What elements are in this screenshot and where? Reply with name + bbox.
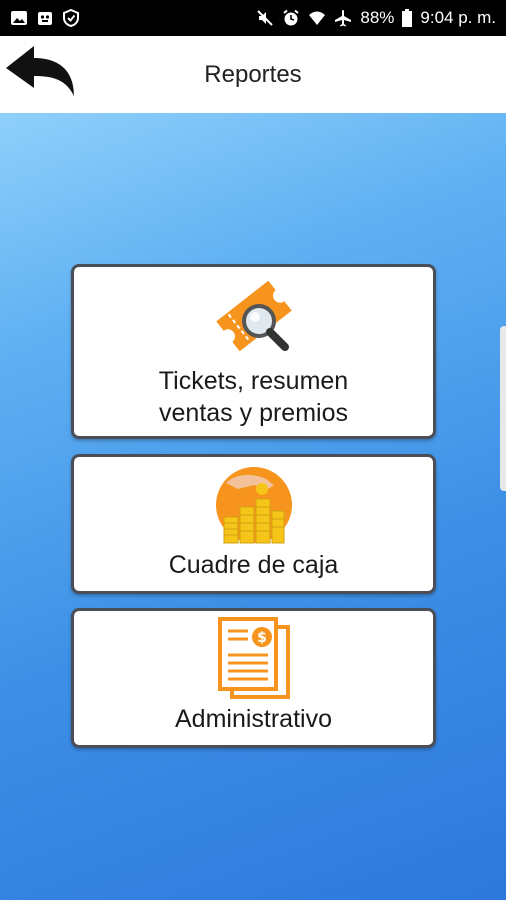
battery-icon (402, 9, 413, 27)
menu-item-administrative-label: Administrativo (175, 705, 332, 733)
menu-item-tickets-label: Tickets, resumen ventas y premios (158, 367, 349, 427)
shield-icon (63, 9, 79, 27)
battery-percent: 88% (360, 8, 395, 27)
airplane-icon (335, 10, 352, 27)
back-button[interactable] (4, 44, 78, 104)
documents-money-icon: $ (217, 617, 290, 699)
menu-item-cash-balance-label: Cuadre de caja (168, 551, 339, 579)
page-title: Reportes (204, 60, 302, 88)
bot-icon (38, 12, 52, 25)
back-arrow-icon (6, 46, 74, 96)
status-right-icons: 88% 9:04 p. m. (256, 8, 496, 28)
clock-time: 9:04 p. m. (420, 8, 496, 27)
app-header: Reportes (0, 36, 506, 113)
wifi-icon (309, 11, 326, 25)
menu-item-administrative[interactable]: $ Administrativo (71, 608, 436, 748)
status-left-icons (10, 9, 80, 27)
status-bar: 88% 9:04 p. m. (0, 0, 506, 36)
menu-item-cash-balance[interactable]: Cuadre de caja (71, 454, 436, 594)
svg-text:$: $ (257, 630, 267, 646)
coins-hand-icon (215, 467, 292, 544)
alarm-icon (283, 9, 299, 26)
scroll-handle[interactable] (500, 326, 506, 491)
mute-icon (257, 10, 274, 26)
ticket-search-icon (215, 280, 292, 352)
menu-item-tickets[interactable]: Tickets, resumen ventas y premios (71, 264, 436, 439)
image-icon (11, 11, 27, 25)
